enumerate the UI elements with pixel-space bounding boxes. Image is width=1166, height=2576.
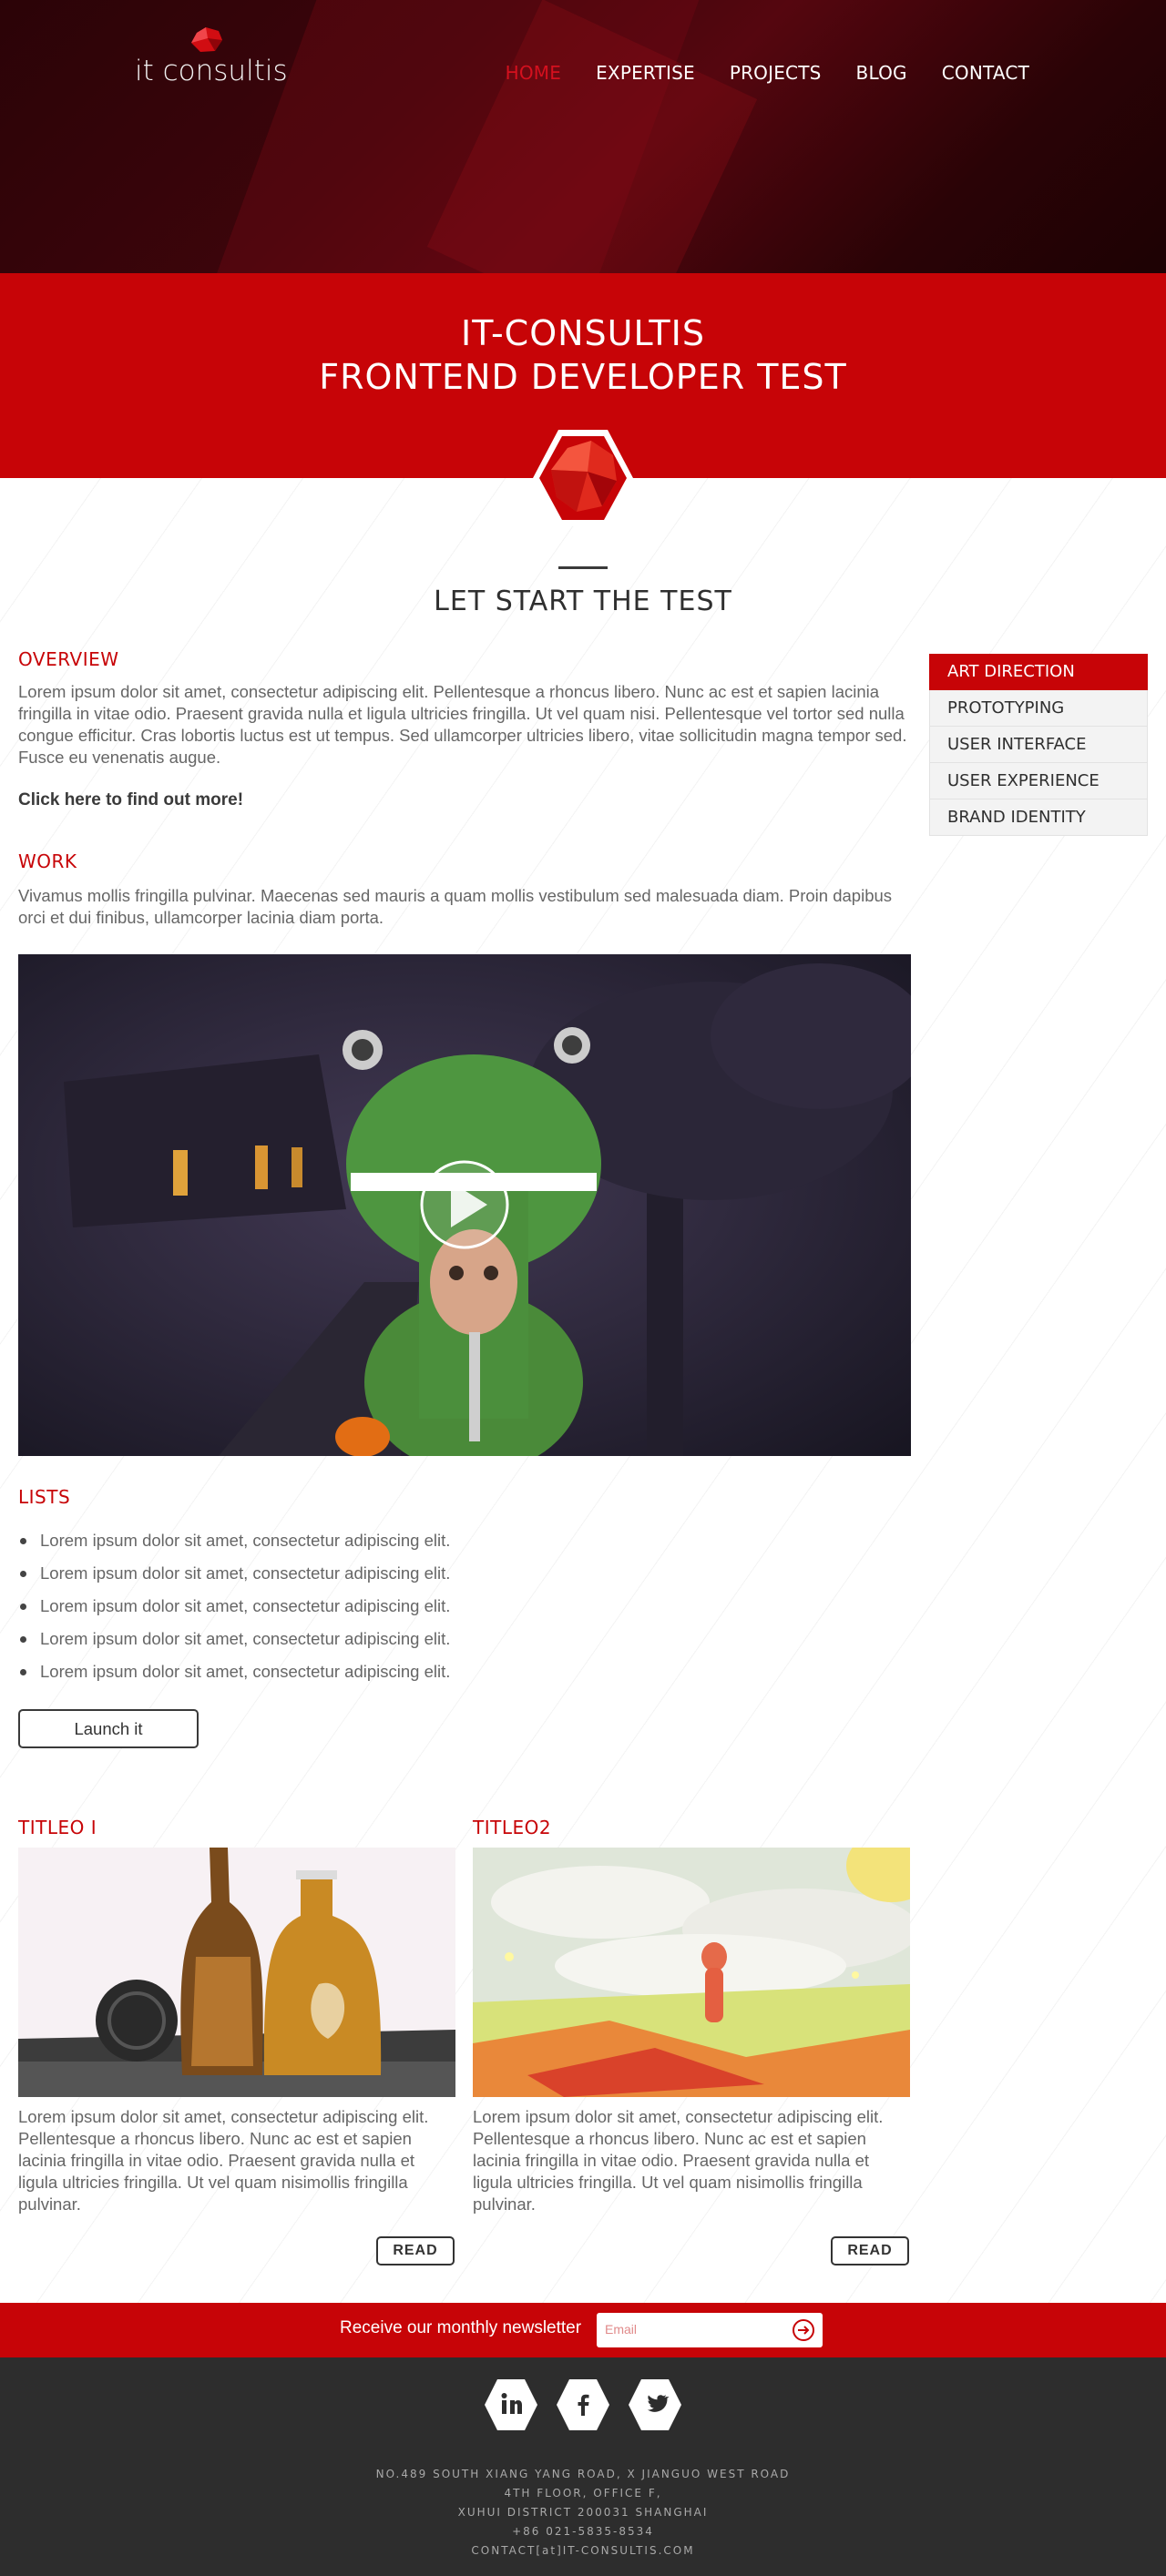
side-menu: ART DIRECTION PROTOTYPING USER INTERFACE…: [929, 654, 1148, 836]
overview-heading: OVERVIEW: [18, 648, 119, 670]
address-line: NO.489 SOUTH XIANG YANG ROAD, X JIANGUO …: [375, 2468, 791, 2480]
card-text: Lorem ipsum dolor sit amet, consectetur …: [18, 2107, 429, 2214]
overview-section: OVERVIEW Lorem ipsum dolor sit amet, con…: [18, 648, 911, 929]
email-placeholder: Email: [605, 2322, 638, 2337]
video-player[interactable]: [18, 954, 911, 1456]
card-2: TITLEO2 Lorem ipsum dolor sit amet, cons…: [473, 1817, 910, 2215]
list-item: Lorem ipsum dolor sit amet, consectetur …: [18, 1623, 911, 1655]
main-nav: HOME EXPERTISE PROJECTS BLOG CONTACT: [471, 62, 1029, 84]
facebook-icon[interactable]: [555, 2377, 611, 2432]
card-text: Lorem ipsum dolor sit amet, consectetur …: [473, 2107, 884, 2214]
social-links: [483, 2377, 683, 2436]
nav-home[interactable]: HOME: [506, 62, 561, 84]
side-menu-user-experience[interactable]: USER EXPERIENCE: [929, 763, 1148, 799]
card-image: [18, 1848, 455, 2097]
site-logo[interactable]: it consultis: [135, 27, 290, 91]
logo-text: it consultis: [135, 55, 288, 87]
section-heading: LET START THE TEST: [434, 585, 732, 617]
submit-arrow-icon[interactable]: [792, 2318, 815, 2342]
read-button[interactable]: READ: [831, 2236, 909, 2265]
hexagon-gem-icon: [533, 430, 633, 526]
newsletter-email-input[interactable]: Email: [597, 2313, 823, 2347]
linkedin-icon[interactable]: [483, 2377, 539, 2432]
logo-gem-icon: [191, 27, 222, 52]
list-item: Lorem ipsum dolor sit amet, consectetur …: [18, 1655, 911, 1688]
card-image: [473, 1848, 910, 2097]
banner-title-line2: FRONTEND DEVELOPER TEST: [319, 357, 847, 397]
contact-email-link[interactable]: CONTACT[at]IT-CONSULTIS.COM: [0, 2541, 1166, 2561]
side-menu-brand-identity[interactable]: BRAND IDENTITY: [929, 799, 1148, 836]
list-item: Lorem ipsum dolor sit amet, consectetur …: [18, 1557, 911, 1590]
nav-projects[interactable]: PROJECTS: [730, 62, 822, 84]
read-button[interactable]: READ: [376, 2236, 455, 2265]
launch-button[interactable]: Launch it: [18, 1709, 199, 1748]
nav-expertise[interactable]: EXPERTISE: [596, 62, 695, 84]
side-menu-prototyping[interactable]: PROTOTYPING: [929, 690, 1148, 727]
work-heading: WORK: [18, 850, 77, 872]
lists-section: LISTS Lorem ipsum dolor sit amet, consec…: [18, 1486, 911, 1688]
card-title: TITLEO2: [473, 1817, 552, 1838]
newsletter-label: Receive our monthly newsletter: [340, 2318, 582, 2337]
card-1: TITLEO I Lorem ipsum dolor sit amet, con…: [18, 1817, 455, 2215]
footer-address: NO.489 SOUTH XIANG YANG ROAD, X JIANGUO …: [0, 2465, 1166, 2561]
list-item: Lorem ipsum dolor sit amet, consectetur …: [18, 1590, 911, 1623]
lists-heading: LISTS: [18, 1486, 71, 1508]
bullet-list: Lorem ipsum dolor sit amet, consectetur …: [18, 1524, 911, 1688]
address-line: 4TH FLOOR, OFFICE F,: [504, 2487, 662, 2500]
video-thumbnail: [18, 954, 911, 1456]
nav-contact[interactable]: CONTACT: [942, 62, 1029, 84]
address-line: XUHUI DISTRICT 200031 SHANGHAI: [457, 2506, 709, 2519]
card-title: TITLEO I: [18, 1817, 97, 1838]
top-header: it consultis HOME EXPERTISE PROJECTS BLO…: [0, 0, 1166, 273]
section-title: LET START THE TEST: [0, 566, 1166, 617]
side-menu-user-interface[interactable]: USER INTERFACE: [929, 727, 1148, 763]
side-menu-art-direction[interactable]: ART DIRECTION: [929, 654, 1148, 690]
title-divider: [558, 566, 608, 569]
twitter-icon[interactable]: [627, 2377, 683, 2432]
work-text: Vivamus mollis fringilla pulvinar. Maece…: [18, 886, 893, 927]
overview-text: Lorem ipsum dolor sit amet, consectetur …: [18, 682, 907, 767]
nav-blog[interactable]: BLOG: [856, 62, 907, 84]
banner-title-line1: IT-CONSULTIS: [461, 313, 705, 353]
banner-title: IT-CONSULTIS FRONTEND DEVELOPER TEST: [0, 273, 1166, 399]
footer: NO.489 SOUTH XIANG YANG ROAD, X JIANGUO …: [0, 2357, 1166, 2576]
find-out-more-link[interactable]: Click here to find out more!: [18, 790, 911, 810]
phone-number: +86 021-5835-8534: [512, 2525, 654, 2538]
list-item: Lorem ipsum dolor sit amet, consectetur …: [18, 1524, 911, 1557]
newsletter-bar: Receive our monthly newsletter Email: [0, 2303, 1166, 2357]
